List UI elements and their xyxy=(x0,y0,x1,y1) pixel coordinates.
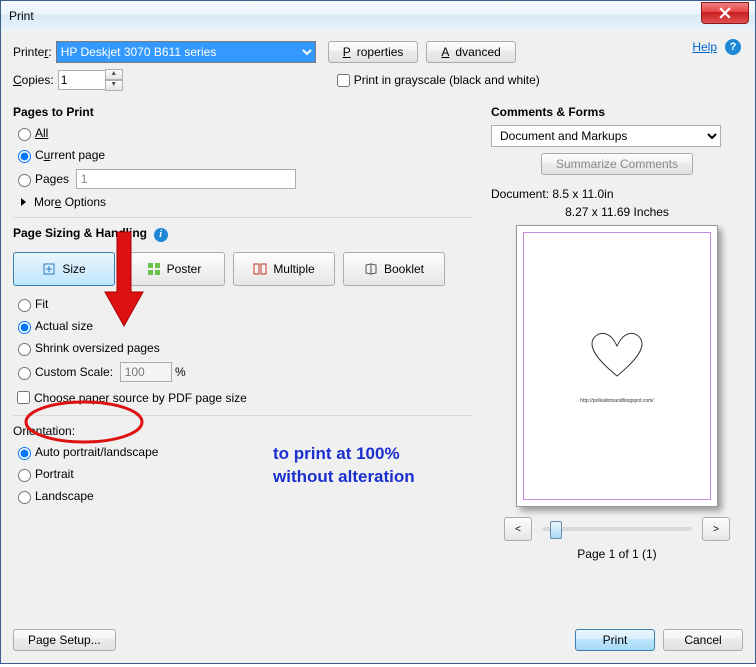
preview-page-inner: http://polkadotsandblogspot.com/ xyxy=(523,232,711,500)
portrait-label: Portrait xyxy=(35,467,74,481)
pages-to-print-title: Pages to Print xyxy=(13,105,473,119)
page-sizing-title: Page Sizing & Handling i xyxy=(13,226,473,242)
current-page-label: Current page xyxy=(35,148,105,162)
pages-label: Pages xyxy=(35,172,69,186)
printer-label: Printer: xyxy=(13,45,52,59)
poster-icon xyxy=(147,262,161,276)
tab-poster[interactable]: Poster xyxy=(123,252,225,286)
preview-scale-label: 8.27 x 11.69 Inches xyxy=(491,205,743,219)
more-options-label[interactable]: More Options xyxy=(34,195,106,209)
paper-source-checkbox[interactable] xyxy=(17,391,30,404)
copies-row: Copies: ▲▼ Print in grayscale (black and… xyxy=(13,69,743,91)
grayscale-checkbox[interactable] xyxy=(337,74,350,87)
next-page-button[interactable]: > xyxy=(702,517,730,541)
summarize-button[interactable]: Summarize Comments xyxy=(541,153,693,175)
tab-booklet[interactable]: Booklet xyxy=(343,252,445,286)
shrink-label: Shrink oversized pages xyxy=(35,341,160,355)
properties-button[interactable]: Properties xyxy=(328,41,419,63)
info-icon[interactable]: i xyxy=(154,228,168,242)
custom-scale-label: Custom Scale: xyxy=(35,365,113,379)
main-layout: Pages to Print All Current page Pages Mo… xyxy=(13,97,743,667)
help-area: Help ? xyxy=(692,39,741,55)
size-icon xyxy=(42,262,56,276)
preview-caption: http://polkadotsandblogspot.com/ xyxy=(580,398,653,404)
page-slider[interactable] xyxy=(542,527,692,531)
all-radio[interactable] xyxy=(18,128,31,141)
grayscale-label: Print in grayscale (black and white) xyxy=(354,73,540,87)
comments-select[interactable]: Document and Markups xyxy=(491,125,721,147)
print-button[interactable]: Print xyxy=(575,629,655,651)
expand-icon[interactable] xyxy=(21,198,30,206)
booklet-icon xyxy=(364,262,378,276)
tab-multiple[interactable]: Multiple xyxy=(233,252,335,286)
fit-radio[interactable] xyxy=(18,299,31,312)
copies-spinner[interactable]: ▲▼ xyxy=(105,69,123,91)
help-icon[interactable]: ? xyxy=(725,39,741,55)
cancel-button[interactable]: Cancel xyxy=(663,629,743,651)
pages-input[interactable] xyxy=(76,169,296,189)
paper-source-label: Choose paper source by PDF page size xyxy=(34,391,247,405)
all-label: All xyxy=(35,126,48,140)
custom-scale-input[interactable] xyxy=(120,362,172,382)
pages-radio[interactable] xyxy=(18,174,31,187)
titlebar: Print xyxy=(1,1,755,32)
help-link[interactable]: Help xyxy=(692,40,717,54)
slider-thumb[interactable] xyxy=(550,521,562,539)
fit-label: Fit xyxy=(35,297,48,311)
divider-1 xyxy=(13,217,473,218)
preview-nav: < > xyxy=(491,517,743,541)
orientation-title: Orientation: xyxy=(13,424,473,438)
custom-scale-radio[interactable] xyxy=(18,367,31,380)
printer-select[interactable]: HP Deskjet 3070 B611 series xyxy=(56,41,316,63)
tab-size[interactable]: Size xyxy=(13,252,115,286)
bottom-bar: Page Setup... Print Cancel xyxy=(13,629,743,651)
copies-label: Copies: xyxy=(13,73,54,87)
custom-scale-unit: % xyxy=(175,365,186,379)
prev-page-button[interactable]: < xyxy=(504,517,532,541)
preview-page: http://polkadotsandblogspot.com/ xyxy=(516,225,718,507)
current-page-radio[interactable] xyxy=(18,150,31,163)
landscape-radio[interactable] xyxy=(18,491,31,504)
divider-2 xyxy=(13,415,473,416)
close-button[interactable] xyxy=(701,2,749,24)
print-preview: http://polkadotsandblogspot.com/ < > Pag… xyxy=(491,219,743,667)
page-count-label: Page 1 of 1 (1) xyxy=(577,547,656,561)
document-size-label: Document: 8.5 x 11.0in xyxy=(491,187,743,201)
close-icon xyxy=(719,7,731,19)
comments-forms-title: Comments & Forms xyxy=(491,105,743,119)
auto-orient-label: Auto portrait/landscape xyxy=(35,445,158,459)
heart-icon xyxy=(590,332,644,378)
sizing-tabs: Size Poster Multiple Booklet xyxy=(13,252,473,286)
auto-orient-radio[interactable] xyxy=(18,447,31,460)
actual-size-label: Actual size xyxy=(35,319,93,333)
actual-size-radio[interactable] xyxy=(18,321,31,334)
copies-input[interactable] xyxy=(58,70,106,90)
left-column: Pages to Print All Current page Pages Mo… xyxy=(13,97,473,667)
window-title: Print xyxy=(9,9,701,23)
page-setup-button[interactable]: Page Setup... xyxy=(13,629,116,651)
annotation-text: to print at 100% without alteration xyxy=(273,443,415,489)
dialog-body: Help ? Printer: HP Deskjet 3070 B611 ser… xyxy=(1,31,755,663)
shrink-radio[interactable] xyxy=(18,343,31,356)
advanced-button[interactable]: Advanced xyxy=(426,41,515,63)
printer-row: Printer: HP Deskjet 3070 B611 series Pro… xyxy=(13,41,743,63)
portrait-radio[interactable] xyxy=(18,469,31,482)
print-dialog: Print Help ? Printer: HP Deskjet 3070 B6… xyxy=(0,0,756,664)
multiple-icon xyxy=(253,262,267,276)
right-column: Comments & Forms Document and Markups Su… xyxy=(491,97,743,667)
landscape-label: Landscape xyxy=(35,489,94,503)
